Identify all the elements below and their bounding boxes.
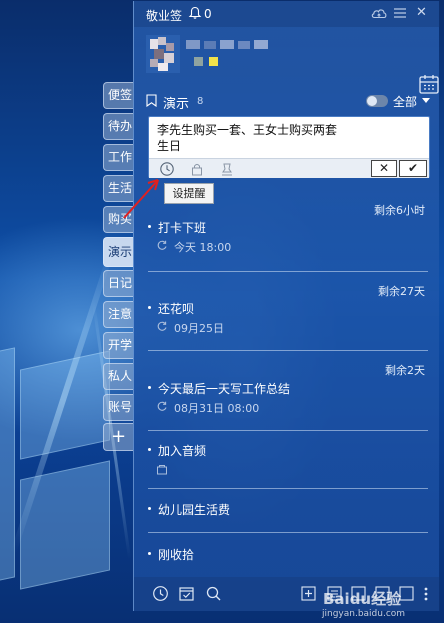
tab-zhuyi[interactable]: 注意 <box>103 301 133 328</box>
bell-icon[interactable] <box>188 6 202 20</box>
list-item[interactable]: 幼儿园生活费 <box>148 501 428 521</box>
chevron-down-icon[interactable] <box>422 98 430 103</box>
bullet <box>148 507 151 510</box>
annotation-arrow <box>123 179 159 219</box>
divider <box>148 488 428 489</box>
username-blurred <box>186 40 268 49</box>
task-time: 今天 18:00 <box>174 241 232 254</box>
tab-daiban[interactable]: 待办 <box>103 113 133 140</box>
avatar[interactable] <box>146 35 180 73</box>
bullet <box>148 448 151 451</box>
watermark-url: jingyan.baidu.com <box>322 609 406 619</box>
remaining-time: 剩余6小时 <box>374 204 425 217</box>
list-item[interactable]: 加入音频 <box>148 442 428 482</box>
list-item[interactable]: 今天最后一天写工作总结 08月31日 08:00 <box>148 380 428 422</box>
add-icon[interactable] <box>300 585 317 602</box>
titlebar: 敬业签 0 ✕ <box>134 1 440 27</box>
note-editor[interactable]: 李先生购买一套、王女士购买两套 生日 ✕ ✔ <box>148 116 430 178</box>
note-text-line: 李先生购买一套、王女士购买两套 <box>157 123 338 137</box>
more-icon[interactable] <box>424 586 428 602</box>
tab-kaixue[interactable]: 开学 <box>103 332 133 359</box>
list-item[interactable]: 刚收拾 <box>148 546 428 566</box>
checkbox-icon[interactable] <box>178 585 195 602</box>
task-title: 幼儿园生活费 <box>158 503 231 517</box>
bullet <box>148 552 151 555</box>
bookmark-icon <box>146 94 157 107</box>
task-title: 加入音频 <box>158 444 207 458</box>
audio-attachment-icon[interactable] <box>156 464 168 476</box>
category-count: 8 <box>197 96 204 107</box>
search-icon[interactable] <box>205 585 222 602</box>
category-name: 演示 <box>163 97 190 112</box>
clock-icon[interactable] <box>152 585 169 602</box>
repeat-icon <box>157 240 167 250</box>
editor-toolbar: ✕ ✔ <box>149 158 429 178</box>
tab-zhanghao[interactable]: 账号 <box>103 394 133 421</box>
task-title: 刚收拾 <box>158 548 195 562</box>
tab-riji[interactable]: 日记 <box>103 270 133 297</box>
watermark-logo: Baidu经验 <box>323 590 402 608</box>
tab-bianqian[interactable]: 便签 <box>103 82 133 109</box>
task-title: 今天最后一天写工作总结 <box>158 382 291 396</box>
menu-icon[interactable] <box>394 7 406 19</box>
bullet <box>148 306 151 309</box>
list-item[interactable]: 打卡下班 今天 18:00 <box>148 219 428 261</box>
tab-siren[interactable]: 私人 <box>103 363 133 390</box>
remaining-time: 剩余2天 <box>385 364 425 377</box>
filter-dropdown[interactable]: 全部 <box>393 93 417 110</box>
note-panel: 敬业签 0 ✕ 演示 8 全部 李先生购买一套、王女士购买两套 生日 ✕ ✔ 剩… <box>133 1 440 611</box>
show-all-toggle[interactable] <box>366 95 388 107</box>
task-time: 08月31日 08:00 <box>174 402 260 415</box>
task-time: 09月25日 <box>174 322 224 335</box>
repeat-icon <box>157 321 167 331</box>
confirm-button[interactable]: ✔ <box>399 160 427 177</box>
category-header: 演示 8 全部 <box>146 92 436 112</box>
divider <box>148 430 428 431</box>
status-badge <box>194 57 203 66</box>
task-title: 还花呗 <box>158 302 195 316</box>
lock-icon[interactable] <box>189 161 205 177</box>
cloud-icon[interactable] <box>370 6 388 20</box>
note-text[interactable]: 李先生购买一套、王女士购买两套 生日 <box>157 122 423 154</box>
status-badge <box>209 57 218 66</box>
bullet <box>148 225 151 228</box>
list-item[interactable]: 还花呗 09月25日 <box>148 300 428 342</box>
user-profile <box>146 31 439 94</box>
bullet <box>148 386 151 389</box>
cancel-button[interactable]: ✕ <box>371 160 397 177</box>
app-title: 敬业签 <box>146 9 183 23</box>
window-light-pane <box>20 350 110 460</box>
remaining-time: 剩余27天 <box>378 285 425 298</box>
divider <box>148 532 428 533</box>
close-icon[interactable]: ✕ <box>416 5 427 20</box>
toggle-knob <box>367 96 377 106</box>
repeat-icon <box>157 401 167 411</box>
divider <box>148 271 428 272</box>
divider <box>148 350 428 351</box>
add-tab-button[interactable]: + <box>103 423 133 451</box>
reminder-count: 0 <box>204 7 212 21</box>
note-text-line: 生日 <box>157 139 182 153</box>
tab-yanshi[interactable]: 演示 <box>103 237 133 267</box>
pin-icon[interactable] <box>219 161 235 177</box>
